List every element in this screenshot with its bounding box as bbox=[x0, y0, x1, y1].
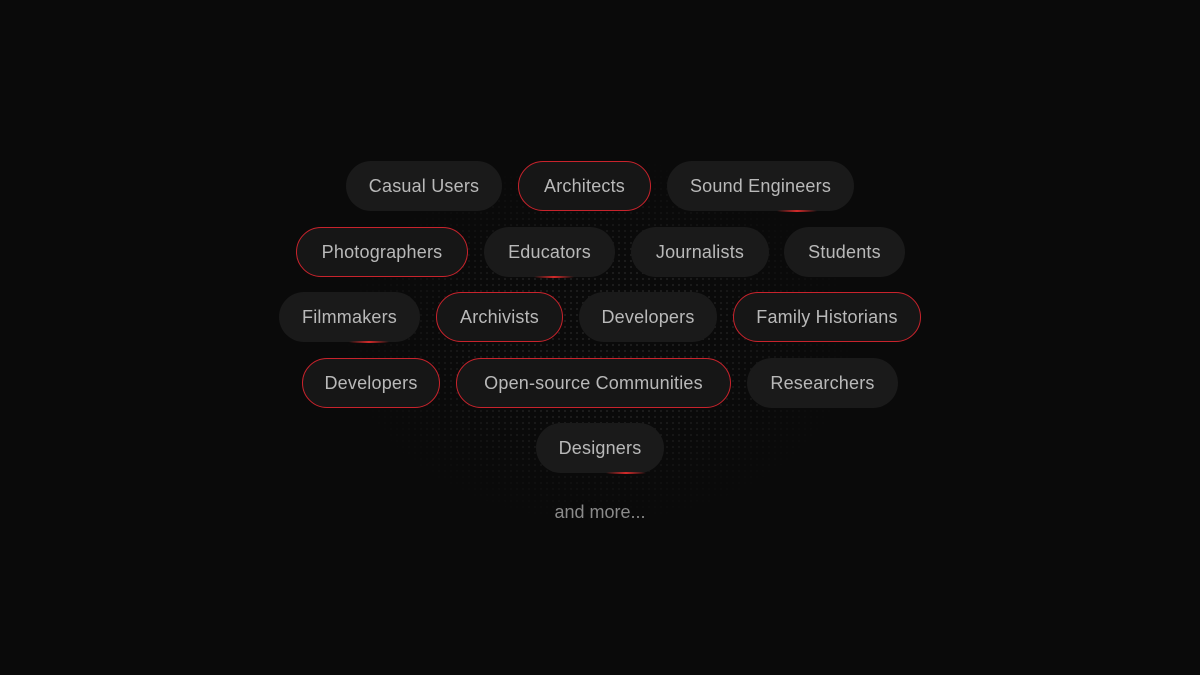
tag-label: Casual Users bbox=[368, 175, 480, 196]
tag-label: Architects bbox=[543, 175, 626, 196]
tag-label: Open-source Communities bbox=[484, 372, 703, 393]
tag-label: Designers bbox=[558, 437, 642, 458]
accent-glow bbox=[534, 276, 574, 278]
tag-family-historians[interactable]: Family Historians bbox=[733, 292, 921, 342]
tag-open-source-communities[interactable]: Open-source Communities bbox=[456, 358, 731, 408]
tag-filmmakers[interactable]: Filmmakers bbox=[279, 292, 420, 343]
tag-sound-engineers[interactable]: Sound Engineers bbox=[667, 161, 854, 212]
tag-architects[interactable]: Architects bbox=[518, 161, 651, 211]
accent-glow bbox=[777, 210, 817, 212]
tag-label: Sound Engineers bbox=[689, 175, 832, 196]
accent-glow bbox=[606, 472, 646, 474]
tag-label: Journalists bbox=[655, 241, 745, 262]
accent-glow bbox=[349, 341, 389, 343]
tag-label: Students bbox=[808, 241, 881, 262]
tag-developers-2[interactable]: Developers bbox=[302, 358, 440, 408]
tag-archivists[interactable]: Archivists bbox=[436, 292, 563, 342]
tag-photographers[interactable]: Photographers bbox=[296, 227, 468, 277]
tag-journalists[interactable]: Journalists bbox=[631, 227, 769, 277]
tag-label: Developers bbox=[601, 306, 695, 327]
tag-label: Researchers bbox=[770, 372, 875, 393]
tag-researchers[interactable]: Researchers bbox=[747, 358, 898, 408]
tag-students[interactable]: Students bbox=[784, 227, 905, 277]
tag-educators[interactable]: Educators bbox=[484, 227, 615, 278]
and-more-text: and more... bbox=[554, 502, 646, 522]
tag-developers[interactable]: Developers bbox=[579, 292, 717, 342]
tag-label: Family Historians bbox=[756, 306, 898, 327]
tag-casual-users[interactable]: Casual Users bbox=[346, 161, 502, 211]
tag-label: Developers bbox=[324, 372, 418, 393]
tag-label: Educators bbox=[508, 241, 591, 262]
tag-label: Filmmakers bbox=[302, 306, 397, 327]
tag-label: Photographers bbox=[321, 241, 443, 262]
tag-designers[interactable]: Designers bbox=[536, 423, 664, 474]
tag-label: Archivists bbox=[459, 306, 539, 327]
